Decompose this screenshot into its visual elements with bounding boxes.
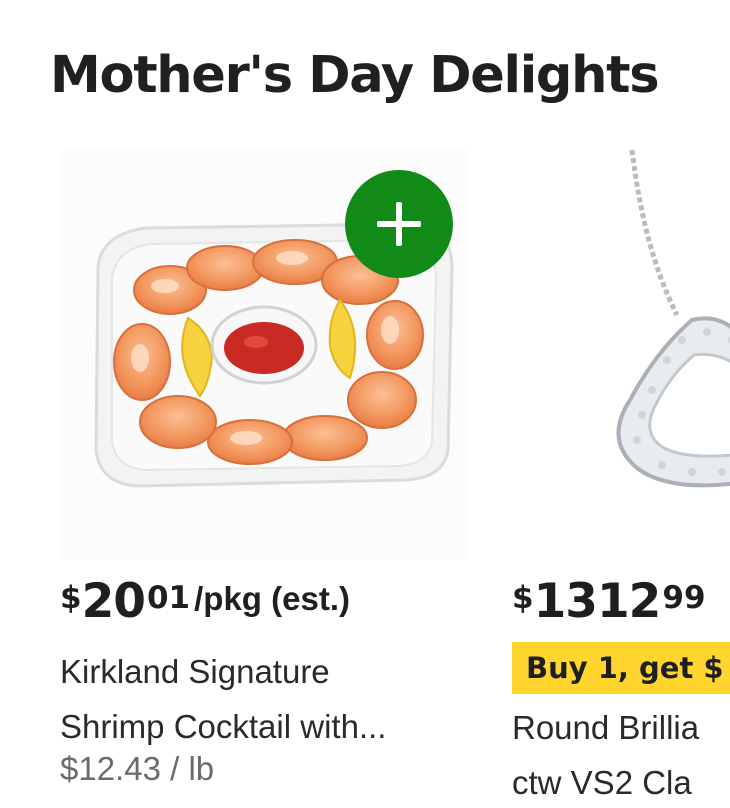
price-cents: 99: [662, 580, 706, 616]
promo-badge: Buy 1, get $: [512, 642, 730, 694]
plus-icon: [377, 202, 421, 246]
product-image-shrimp-cocktail[interactable]: [60, 150, 470, 560]
product-title-line: Kirkland Signature: [60, 653, 330, 690]
product-title[interactable]: Round Brillia ctw VS2 Cla: [512, 700, 730, 808]
price-currency: $: [512, 580, 534, 616]
price-unit: /pkg (est.): [194, 580, 350, 617]
price-dollars: 1312: [533, 574, 662, 629]
product-title-line: Shrimp Cocktail with...: [60, 708, 387, 745]
product-price: $2001/pkg (est.): [60, 574, 350, 629]
price-dollars: 20: [81, 574, 146, 629]
product-image-diamond-necklace[interactable]: [582, 150, 730, 560]
price-cents: 01: [146, 580, 191, 616]
section-title: Mother's Day Delights: [50, 46, 660, 105]
unit-price: $12.43 / lb: [60, 750, 215, 787]
product-carousel[interactable]: $2001/pkg (est.) Kirkland Signature Shri…: [0, 150, 730, 808]
add-to-cart-button[interactable]: [345, 170, 453, 278]
product-title-line: Round Brillia: [512, 709, 700, 746]
product-title-line: ctw VS2 Cla: [512, 764, 692, 801]
product-price: $131299: [512, 574, 706, 629]
price-currency: $: [60, 580, 82, 616]
product-title[interactable]: Kirkland Signature Shrimp Cocktail with.…: [60, 644, 460, 754]
